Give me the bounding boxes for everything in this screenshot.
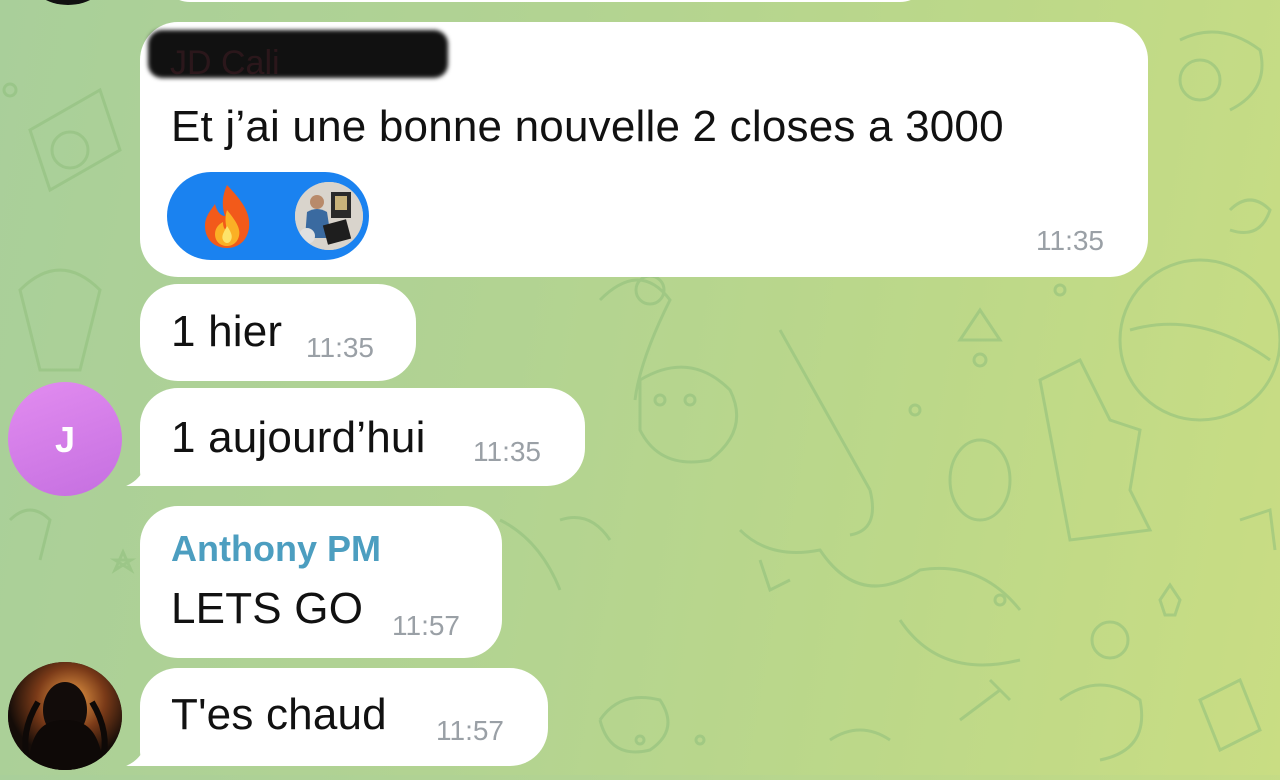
sender-name: JD Cali xyxy=(170,44,280,82)
reaction-pill[interactable] xyxy=(167,172,369,260)
message-time: 11:57 xyxy=(392,610,460,641)
avatar-partial-top[interactable] xyxy=(28,0,108,5)
fire-emoji xyxy=(197,182,257,250)
user-photo-reaction-avatar xyxy=(295,182,363,250)
message-time: 11:57 xyxy=(436,715,504,746)
message-text: LETS GO xyxy=(171,584,364,633)
sender-name-anthony[interactable]: Anthony PM xyxy=(171,528,381,570)
message-text: Et j’ai une bonne nouvelle 2 closes a 30… xyxy=(171,102,1004,151)
message-bubble-5[interactable]: T'es chaud 11:57 xyxy=(140,668,548,766)
avatar-initial-j[interactable]: J xyxy=(8,382,122,496)
message-time: 11:35 xyxy=(306,332,374,363)
message-time: 11:35 xyxy=(1036,225,1104,256)
message-bubble-partial-top xyxy=(160,0,930,2)
message-text: 1 hier xyxy=(171,307,283,356)
message-bubble-3[interactable]: 1 aujourd’hui 11:35 xyxy=(140,388,585,486)
message-time: 11:35 xyxy=(473,436,541,467)
message-text: T'es chaud xyxy=(171,690,387,739)
message-bubble-1[interactable]: JD Cali Et j’ai une bonne nouvelle 2 clo… xyxy=(140,22,1148,277)
message-bubble-2[interactable]: 1 hier 11:35 xyxy=(140,284,416,381)
message-text: 1 aujourd’hui xyxy=(171,413,426,462)
avatar-initial: J xyxy=(54,419,76,460)
profile-photo-avatar[interactable] xyxy=(8,662,122,770)
message-bubble-4[interactable]: Anthony PM LETS GO 11:57 xyxy=(140,506,502,658)
